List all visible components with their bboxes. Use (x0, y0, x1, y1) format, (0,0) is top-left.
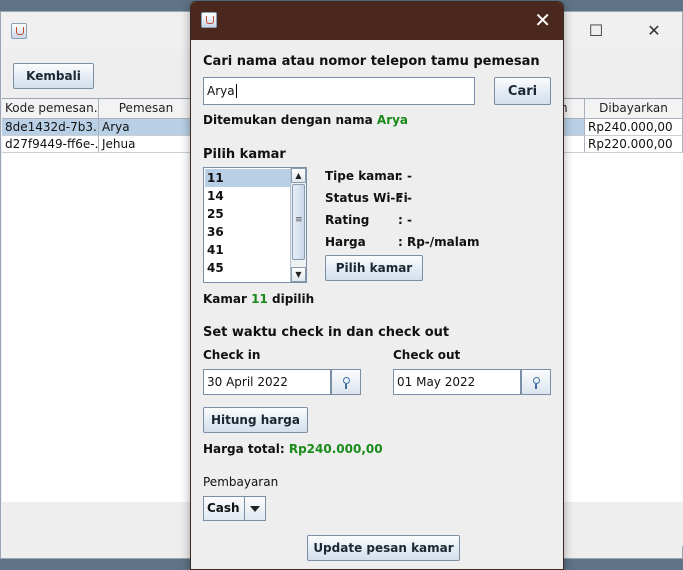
room-info-value-wifi: : - (398, 191, 412, 205)
scroll-thumb[interactable] (292, 184, 305, 260)
search-input-value: Arya (207, 84, 235, 98)
dialog-title-bar: ✕ (191, 2, 563, 40)
found-message: Ditemukan dengan nama Arya (203, 113, 408, 127)
dialog-close-icon[interactable]: ✕ (534, 10, 551, 30)
cell-dibayarkan: Rp240.000,00 (585, 119, 683, 136)
cell-pemesan: Jehua (99, 136, 194, 153)
java-app-icon (11, 23, 27, 39)
cell-dibayarkan: Rp220.000,00 (585, 136, 683, 153)
scroll-up-icon[interactable]: ▲ (291, 168, 306, 183)
calculate-price-button[interactable]: Hitung harga (203, 407, 308, 433)
found-name: Arya (376, 113, 409, 127)
total-value: Rp240.000,00 (288, 442, 383, 456)
total-price: Harga total: Rp240.000,00 (203, 442, 383, 456)
pin-icon (532, 376, 540, 389)
booking-dialog: ✕ Cari nama atau nomor telepon tamu peme… (190, 1, 564, 570)
column-header-kode[interactable]: Kode pemesan... (2, 99, 99, 118)
cell-kode: 8de1432d-7b3... (2, 119, 99, 136)
search-label: Cari nama atau nomor telepon tamu pemesa… (203, 54, 540, 69)
payment-selected-value: Cash (207, 501, 240, 515)
list-item-room[interactable]: 36 (205, 223, 290, 241)
room-info-value-rating: : - (398, 213, 412, 227)
room-list-scrollbar[interactable]: ▲ ▼ (290, 168, 306, 282)
room-section-heading: Pilih kamar (203, 147, 286, 162)
search-input[interactable]: Arya (203, 77, 475, 105)
checkin-date-picker-button[interactable] (331, 369, 361, 395)
room-info-label-price: Harga (325, 235, 366, 249)
maximize-icon[interactable]: ☐ (586, 22, 606, 40)
update-booking-button[interactable]: Update pesan kamar (307, 535, 460, 561)
room-chosen-message: Kamar 11 dipilih (203, 292, 314, 306)
cell-kode: d27f9449-ff6e-... (2, 136, 99, 153)
text-caret (235, 84, 237, 98)
found-prefix: Ditemukan dengan nama (203, 113, 373, 127)
room-chosen-prefix: Kamar (203, 292, 247, 306)
checkout-date-field[interactable]: 01 May 2022 (393, 369, 521, 395)
search-button[interactable]: Cari (494, 77, 551, 105)
column-header-dibayarkan[interactable]: Dibayarkan (585, 99, 683, 118)
list-item-room[interactable]: 14 (205, 187, 290, 205)
time-section-heading: Set waktu check in dan check out (203, 325, 450, 340)
room-info-value-price: : Rp-/malam (398, 235, 480, 249)
room-info-label-type: Tipe kamar (325, 169, 401, 183)
room-info-label-wifi: Status Wi-Fi (325, 191, 408, 205)
cell-pemesan: Arya (99, 119, 194, 136)
checkout-label: Check out (393, 348, 461, 362)
room-info-label-rating: Rating (325, 213, 370, 227)
pick-room-button[interactable]: Pilih kamar (325, 255, 423, 281)
checkout-date-picker-button[interactable] (521, 369, 551, 395)
chevron-down-icon[interactable] (244, 497, 265, 520)
total-label: Harga total: (203, 442, 285, 456)
list-item-room[interactable]: 25 (205, 205, 290, 223)
back-button[interactable]: Kembali (13, 63, 94, 89)
scroll-down-icon[interactable]: ▼ (291, 267, 306, 282)
room-chosen-suffix: dipilih (272, 292, 315, 306)
checkin-label: Check in (203, 348, 261, 362)
close-icon[interactable]: ✕ (644, 22, 664, 40)
room-chosen-number: 11 (251, 292, 268, 306)
room-list[interactable]: 11 14 25 36 41 45 ▲ ▼ (203, 167, 307, 283)
list-item-room[interactable]: 45 (205, 259, 290, 277)
pin-icon (342, 376, 350, 389)
room-info-value-type: : - (398, 169, 412, 183)
list-item-room[interactable]: 11 (205, 169, 290, 187)
payment-label: Pembayaran (203, 475, 279, 489)
java-app-icon (201, 12, 217, 28)
column-header-pemesan[interactable]: Pemesan (99, 99, 194, 118)
checkin-date-field[interactable]: 30 April 2022 (203, 369, 331, 395)
payment-select[interactable]: Cash (203, 496, 266, 521)
list-item-room[interactable]: 41 (205, 241, 290, 259)
